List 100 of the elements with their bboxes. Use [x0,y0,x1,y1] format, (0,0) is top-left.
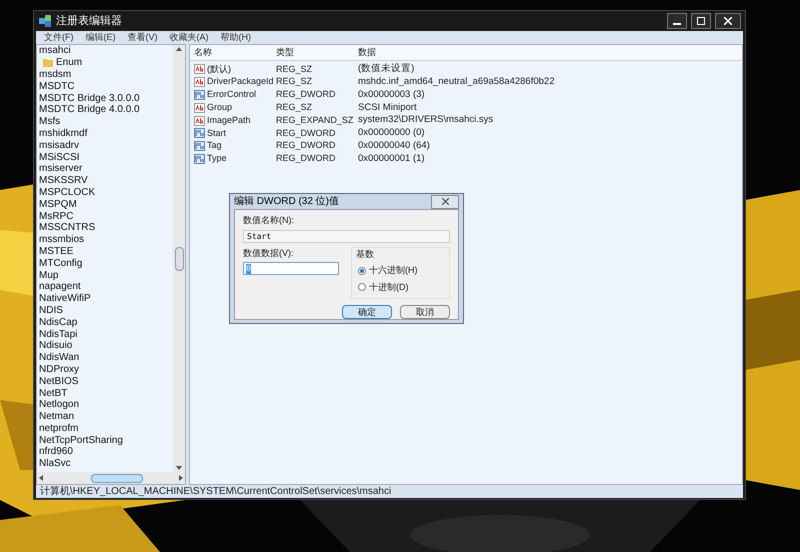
tree-item[interactable]: NdisTapi [39,328,78,340]
radio-button[interactable] [358,266,366,275]
radio-button[interactable] [358,283,366,292]
tree-item[interactable]: MSPCLOCK [39,186,96,198]
value-data-label: 数值数据(V): [243,246,294,260]
close-icon [724,17,732,25]
value-name[interactable]: Type [207,152,227,166]
value-name[interactable]: (默认) [207,62,231,76]
base-label: 基数 [356,248,375,260]
value-type: REG_DWORD [276,139,337,152]
value-name-field[interactable]: Start [243,230,450,242]
string-value-icon [194,77,205,88]
value-data: 0x00000001 (1) [358,152,425,166]
tree-item[interactable]: Msfs [39,116,60,128]
radio-label: 十进制(D) [369,280,408,294]
tree-item[interactable]: MSKSSRV [39,175,88,186]
vertical-scrollbar[interactable] [173,45,185,472]
tree-item[interactable]: MSDTC Bridge 3.0.0.0 [39,92,140,104]
status-bar: 计算机\HKEY_LOCAL_MACHINE\SYSTEM\CurrentControlSet\services\msahci [36,485,743,498]
menu-item[interactable]: 编辑(E) [86,30,116,44]
tree-item[interactable]: NDIS [39,304,63,316]
value-type: REG_DWORD [276,126,337,140]
folder-icon [43,58,53,68]
column-heading[interactable]: 类型 [276,46,358,60]
tree-item[interactable]: Ndisuio [39,340,72,352]
tree-item[interactable]: msiserver [39,163,82,174]
value-data: (数值未设置) [358,62,414,76]
tree-item[interactable]: MSSCNTRS [39,222,96,234]
string-value-icon [194,102,205,113]
tree-item[interactable]: Netlogon [39,399,80,410]
dialog-title: 编辑 DWORD (32 位)值 [234,194,339,209]
value-type: REG_DWORD [276,152,337,166]
scroll-down-icon [176,466,182,470]
tree-item[interactable]: NdisWan [39,352,80,364]
tree-item[interactable]: MSDTC [39,80,75,92]
value-type: REG_DWORD [276,88,337,102]
scroll-up-icon [176,47,182,51]
tree-item[interactable]: mssmbios [39,234,84,246]
value-name[interactable]: Group [207,101,232,115]
value-type: REG_SZ [276,62,314,76]
tree-item[interactable]: Enum [56,57,82,68]
value-data: 0x00000040 (64) [358,139,430,154]
value-type: REG_SZ [276,101,314,114]
value-name[interactable]: Tag [207,139,222,153]
column-heading[interactable]: 名称 [194,46,276,60]
value-data: mshdc.inf_amd64_neutral_a69a58a4286f0b22 [358,75,554,90]
binary-value-icon [194,154,205,164]
tree-item[interactable]: nfrd960 [39,446,73,458]
tree-item[interactable]: Mup [39,270,58,281]
tree-item[interactable]: NetBIOS [39,376,78,387]
tree-item[interactable]: napagent [39,281,81,292]
scroll-thumb[interactable] [174,246,184,270]
value-type: REG_SZ [276,75,314,88]
menu-item[interactable]: 收藏夹(A) [170,30,208,44]
tree-item[interactable]: Netman [39,411,74,422]
string-value-icon [194,116,205,126]
tree-item[interactable]: mshidkmdf [39,128,88,139]
value-name[interactable]: ErrorControl [207,88,256,102]
binary-value-icon [194,128,205,138]
registry-app-icon [38,14,52,28]
tree-item[interactable]: MSiSCSI [39,152,80,163]
scroll-left-icon [39,475,43,481]
tree-item[interactable]: netprofm [39,422,78,434]
tree-item[interactable]: NlaSvc [39,458,71,470]
tree-item[interactable]: msisadrv [39,140,80,151]
horizontal-scrollbar[interactable] [37,472,185,484]
tree-item[interactable]: NetTcpPortSharing [39,434,123,446]
tree-item[interactable]: NativeWifiP [39,293,91,304]
binary-value-icon [194,141,205,152]
binary-value-icon [194,90,205,100]
window-title: 注册表编辑器 [56,14,122,29]
close-icon [442,198,448,205]
value-name[interactable]: Start [207,126,226,140]
tree-item[interactable]: NetBT [39,388,68,398]
minimize-button[interactable] [667,13,687,29]
tree-item[interactable]: MTConfig [39,258,82,269]
scroll-right-icon [179,475,183,481]
radio-label: 十六进制(H) [369,264,418,277]
tree-item[interactable]: msahci [39,45,71,56]
tree-item[interactable]: MSDTC Bridge 4.0.0.0 [39,104,140,116]
tree-item[interactable]: MsRPC [39,210,74,222]
menu-item[interactable]: 文件(F) [44,30,74,44]
value-data: system32\DRIVERS\msahci.sys [358,113,494,128]
tree-item[interactable]: MSTEE [39,246,74,257]
menu-item[interactable]: 查看(V) [128,30,158,44]
value-type: REG_EXPAND_SZ [276,114,354,127]
tree-item[interactable]: msdsm [39,68,72,80]
dialog-button[interactable]: 确定 [342,305,392,319]
maximize-button[interactable] [691,13,711,29]
dialog-button[interactable]: 取消 [400,305,450,319]
tree-item[interactable]: MSPQM [39,198,77,210]
tree-item[interactable]: NdisCap [39,316,78,328]
menu-item[interactable]: 帮助(H) [220,30,251,44]
value-name[interactable]: ImagePath [207,114,251,128]
close-button[interactable] [715,13,741,29]
string-value-icon [194,64,205,74]
value-name[interactable]: DriverPackageId [207,75,274,89]
column-heading[interactable]: 数据 [358,46,738,60]
scroll-thumb[interactable] [91,474,143,482]
tree-item[interactable]: NDProxy [39,364,80,375]
